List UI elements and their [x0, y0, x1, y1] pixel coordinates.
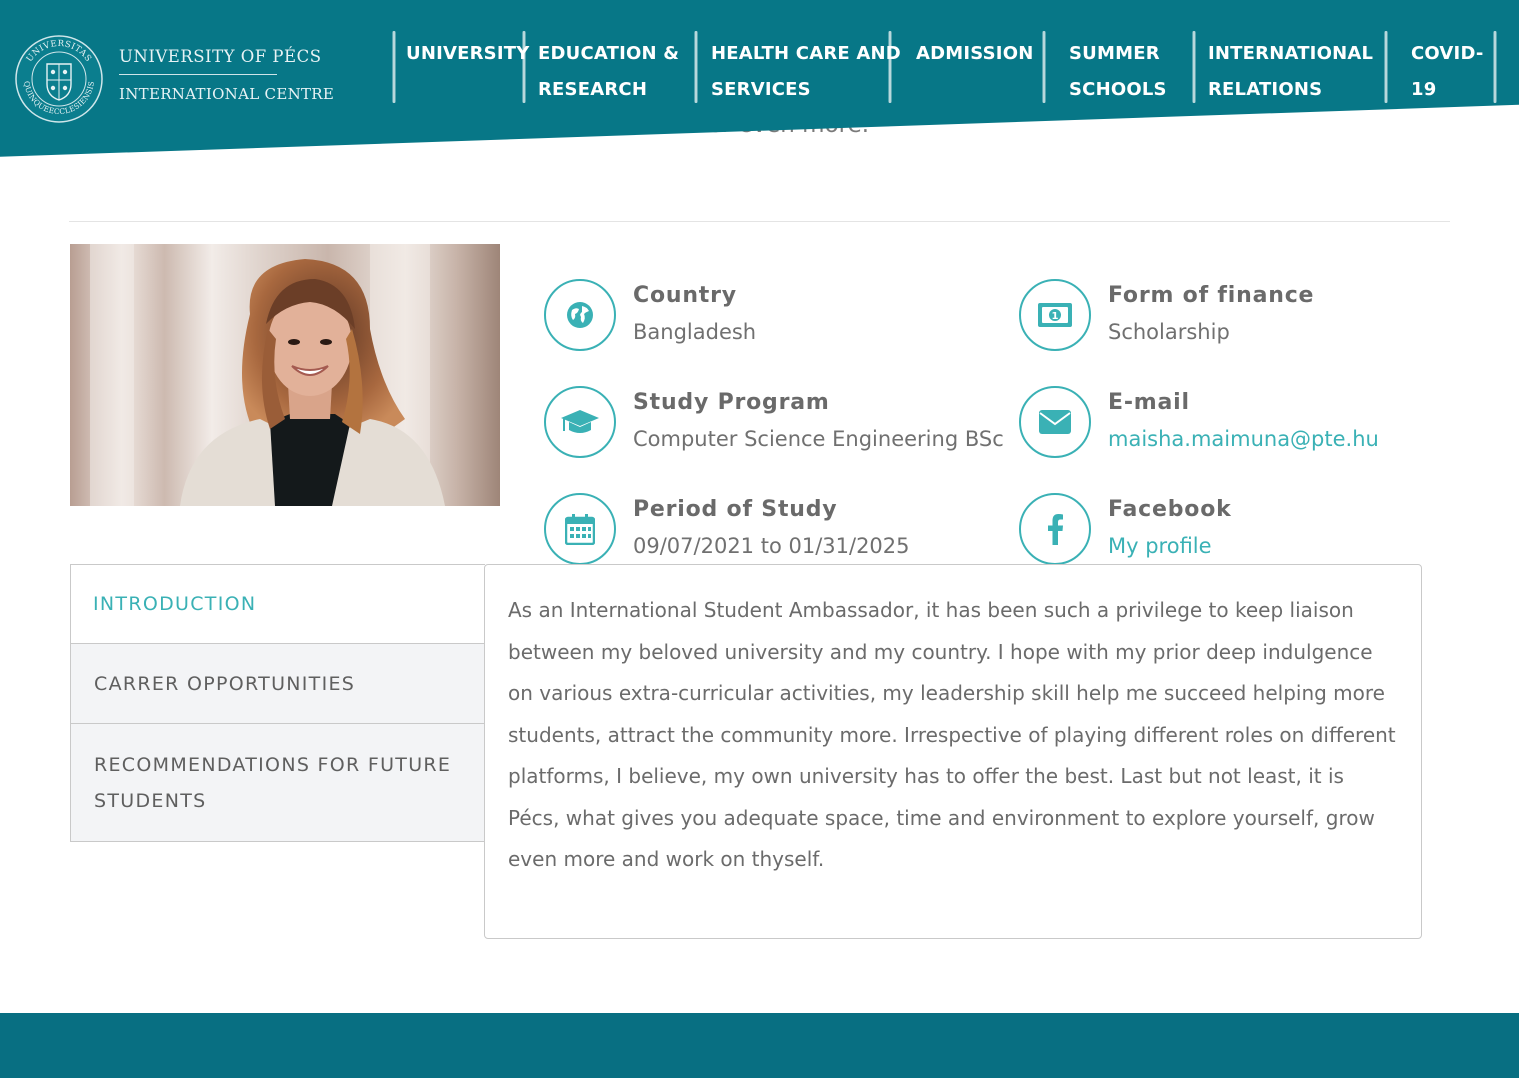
tab-recommendations[interactable]: RECOMMENDATIONS FOR FUTURE STUDENTS [70, 724, 485, 842]
info-finance: 1 Form of finance Scholarship [1019, 279, 1439, 355]
period-value: 09/07/2021 to 01/31/2025 [633, 534, 910, 558]
brand-line-centre: INTERNATIONAL CENTRE [119, 85, 335, 103]
nav-separator [1192, 31, 1196, 103]
study-program-value: Computer Science Engineering BSc [633, 427, 1004, 451]
tab-introduction[interactable]: INTRODUCTION [70, 564, 485, 644]
nav-item-covid-19[interactable]: COVID- 19 [1411, 36, 1484, 108]
nav-separator [392, 31, 396, 103]
introduction-text: As an International Student Ambassador, … [508, 598, 1396, 871]
nav-separator [522, 31, 526, 103]
country-label: Country [633, 283, 737, 308]
email-label: E-mail [1108, 390, 1190, 415]
profile-tabs: INTRODUCTION CARRER OPPORTUNITIES RECOMM… [70, 564, 485, 842]
info-email: E-mail maisha.maimuna@pte.hu [1019, 386, 1439, 462]
university-seal-logo[interactable]: UNIVERSITAS QUINQUEECCLESIENSIS [14, 34, 104, 124]
nav-separator [1042, 31, 1046, 103]
info-period: Period of Study 09/07/2021 to 01/31/2025 [544, 493, 964, 569]
study-program-label: Study Program [633, 390, 830, 415]
facebook-label: Facebook [1108, 497, 1232, 522]
envelope-icon [1019, 386, 1091, 458]
finance-label: Form of finance [1108, 283, 1315, 308]
email-link[interactable]: maisha.maimuna@pte.hu [1108, 427, 1379, 451]
nav-item-education-research[interactable]: EDUCATION & RESEARCH [538, 36, 679, 108]
tab-content-panel: As an International Student Ambassador, … [484, 564, 1422, 939]
money-icon: 1 [1019, 279, 1091, 351]
facebook-icon [1019, 493, 1091, 565]
nav-item-university[interactable]: UNIVERSITY [406, 36, 529, 72]
finance-value: Scholarship [1108, 320, 1230, 344]
tab-career-opportunities[interactable]: CARRER OPPORTUNITIES [70, 644, 485, 724]
student-portrait-photo [70, 244, 500, 506]
nav-item-summer-schools[interactable]: SUMMER SCHOOLS [1069, 36, 1167, 108]
nav-separator [1384, 31, 1388, 103]
nav-item-health-care[interactable]: HEALTH CARE AND SERVICES [711, 36, 901, 108]
graduation-cap-icon [544, 386, 616, 458]
nav-separator [694, 31, 698, 103]
facebook-profile-link[interactable]: My profile [1108, 534, 1212, 558]
info-facebook: Facebook My profile [1019, 493, 1439, 569]
nav-item-admission[interactable]: ADMISSION [916, 36, 1033, 72]
country-value: Bangladesh [633, 320, 757, 344]
section-divider [69, 221, 1450, 222]
brand-name[interactable]: UNIVERSITY OF PÉCS INTERNATIONAL CENTRE [119, 47, 334, 103]
calendar-icon [544, 493, 616, 565]
svg-text:1: 1 [1052, 311, 1059, 322]
nav-separator [1493, 31, 1497, 103]
nav-separator [888, 31, 892, 103]
globe-icon [544, 279, 616, 351]
nav-item-international-relations[interactable]: INTERNATIONAL RELATIONS [1208, 36, 1373, 108]
brand-line-university: UNIVERSITY OF PÉCS [119, 47, 321, 75]
info-country: Country Bangladesh [544, 279, 964, 355]
site-footer [0, 1013, 1519, 1078]
period-label: Period of Study [633, 497, 838, 522]
info-study-program: Study Program Computer Science Engineeri… [544, 386, 1004, 462]
